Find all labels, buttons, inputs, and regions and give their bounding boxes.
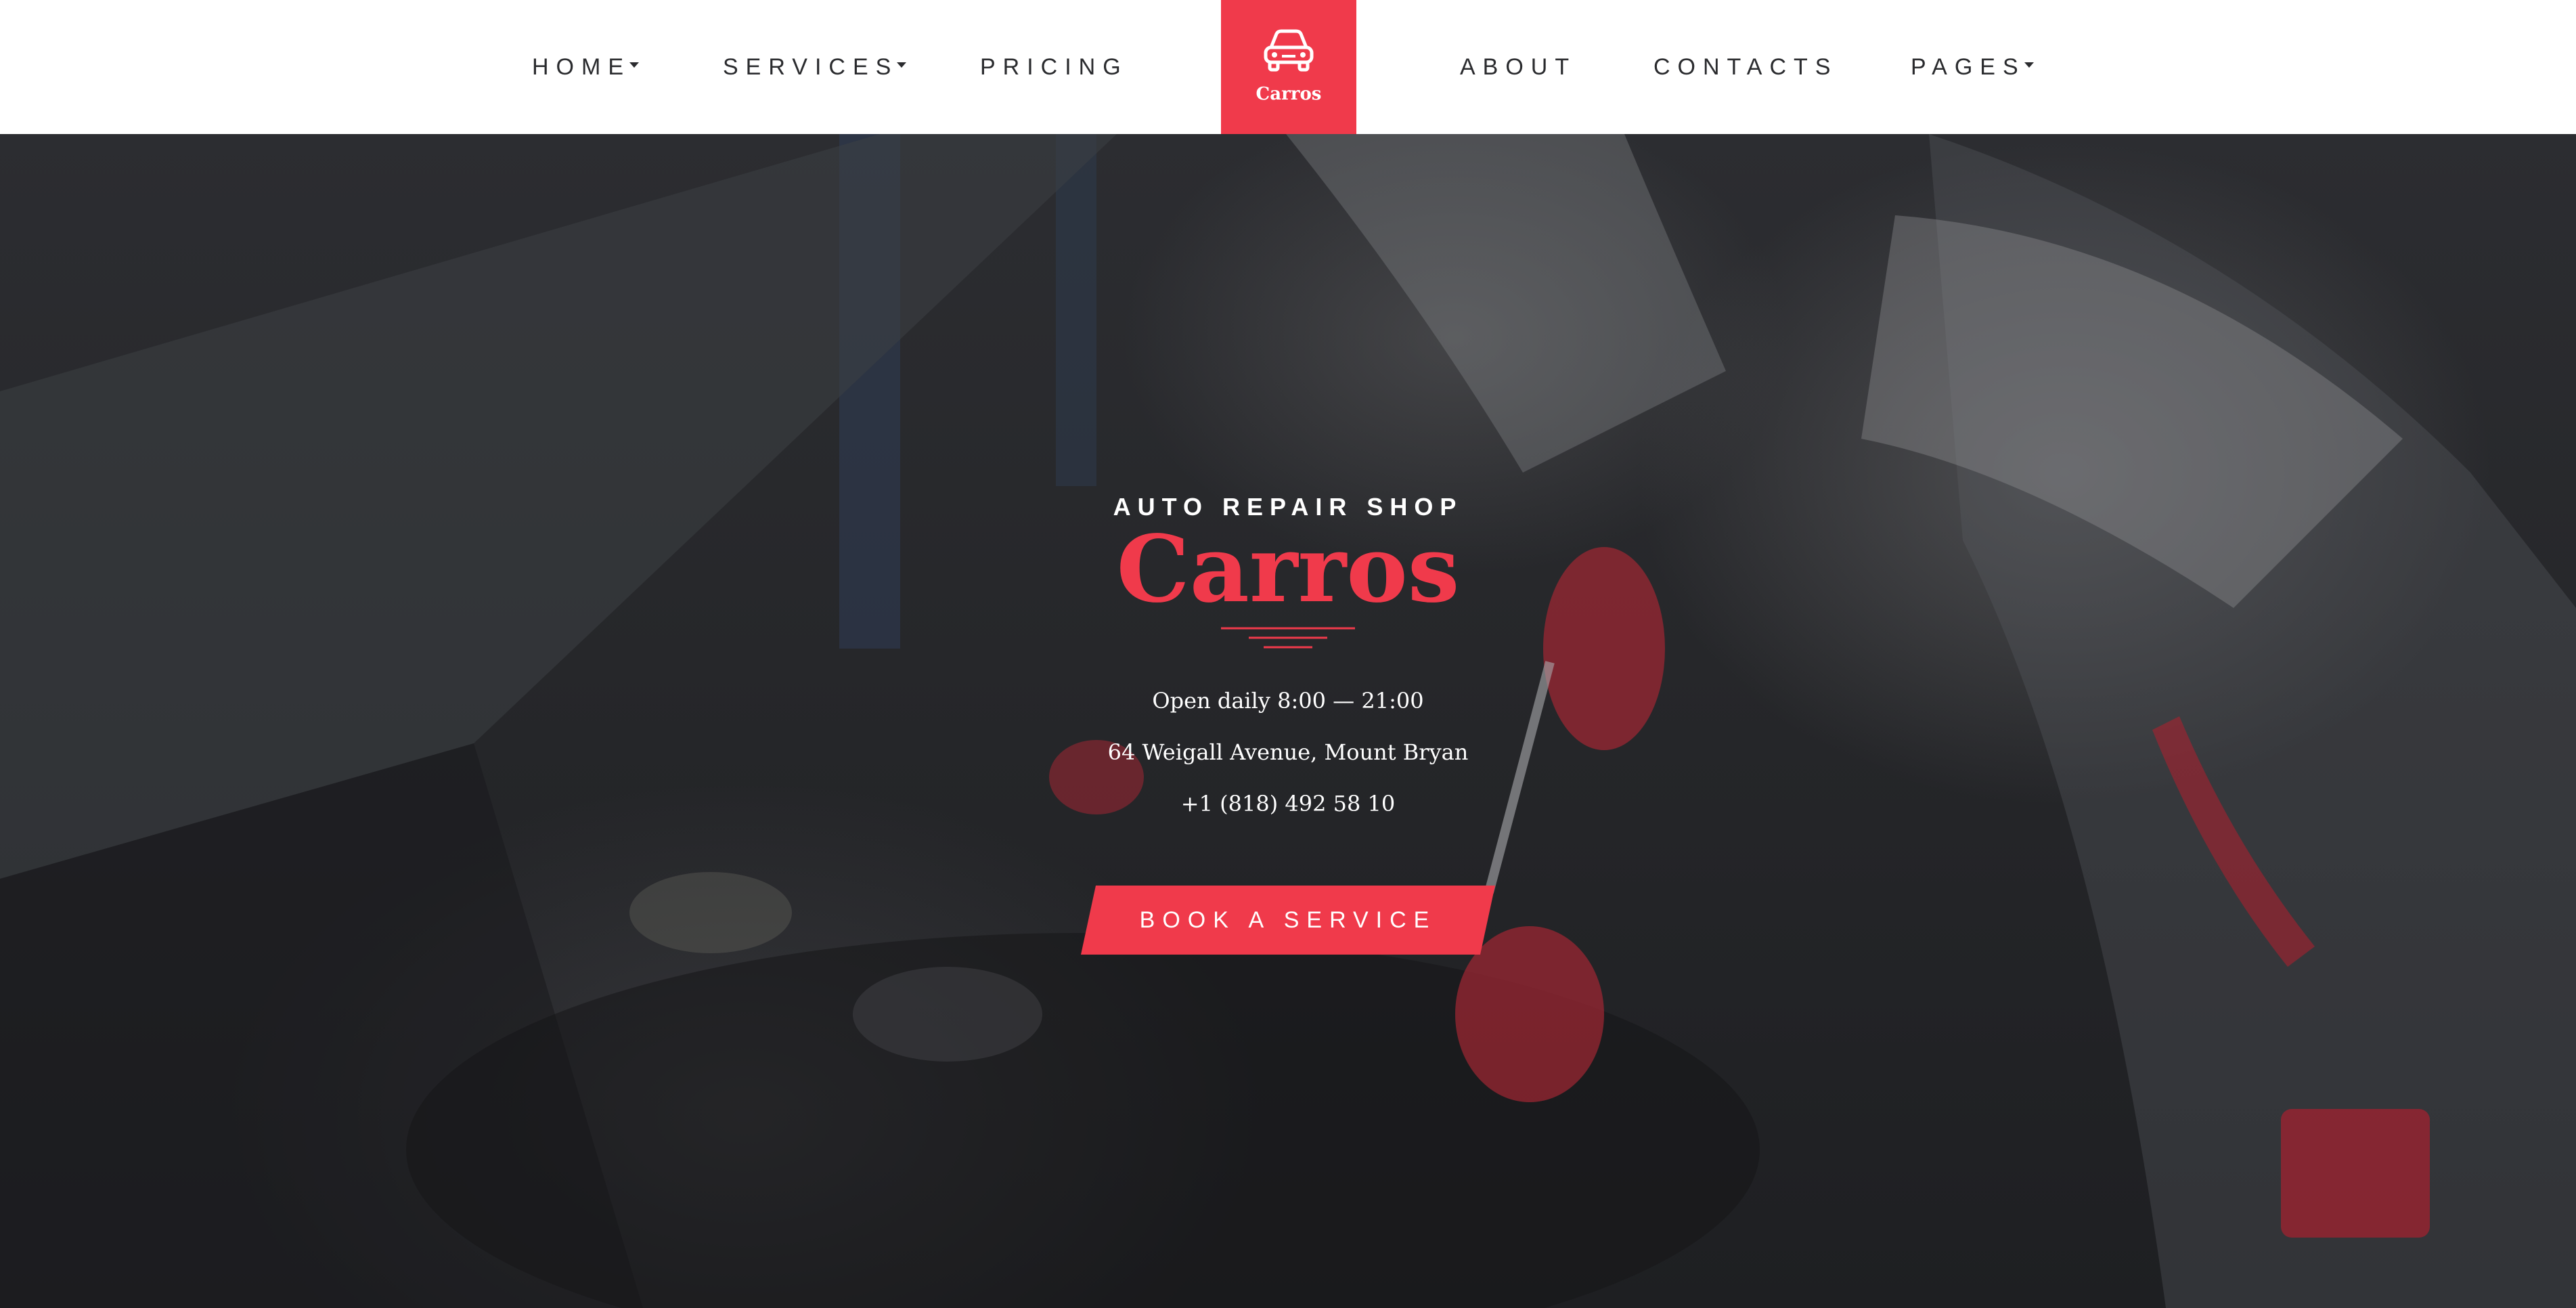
hero-section: AUTO REPAIR SHOP Carros Open daily 8:00 … (0, 134, 2576, 1308)
logo[interactable]: Carros (1221, 0, 1356, 134)
site-header: HOME SERVICES PRICING Carros ABOUT CONTA… (0, 0, 2576, 134)
hero-title: Carros (1116, 515, 1460, 624)
opening-hours: Open daily 8:00 — 21:00 (1152, 688, 1424, 714)
chevron-down-icon (629, 62, 639, 68)
nav-services[interactable]: SERVICES (723, 0, 907, 134)
phone-number[interactable]: +1 (818) 492 58 10 (0, 791, 2576, 816)
nav-home-label: HOME (532, 53, 631, 80)
nav-services-label: SERVICES (723, 53, 899, 80)
nav-pricing-label: PRICING (980, 53, 1128, 80)
hero-background-image (0, 134, 2576, 1308)
nav-contacts[interactable]: CONTACTS (1653, 0, 1838, 134)
nav-pages[interactable]: PAGES (1911, 0, 2034, 134)
car-icon (1264, 29, 1314, 72)
nav-pages-label: PAGES (1911, 53, 2026, 80)
nav-about-label: ABOUT (1460, 53, 1577, 80)
logo-text: Carros (1256, 84, 1322, 104)
nav-home[interactable]: HOME (532, 0, 639, 134)
nav-contacts-label: CONTACTS (1653, 53, 1838, 80)
nav-about[interactable]: ABOUT (1460, 0, 1576, 134)
address: 64 Weigall Avenue, Mount Bryan (1107, 739, 1469, 765)
chevron-down-icon (2024, 62, 2034, 68)
chevron-down-icon (897, 62, 907, 68)
book-service-button[interactable]: BOOK A SERVICE (1081, 886, 1495, 955)
nav-pricing[interactable]: PRICING (980, 0, 1128, 134)
title-divider (1221, 627, 1355, 649)
